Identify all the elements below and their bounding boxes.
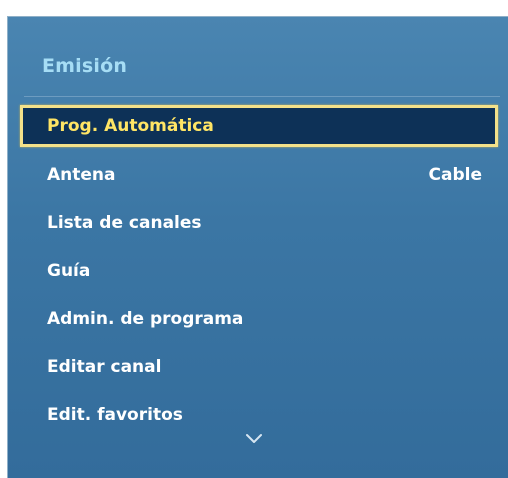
menu-item-lista-de-canales[interactable]: Lista de canales bbox=[20, 202, 498, 244]
menu-item-label: Lista de canales bbox=[47, 213, 202, 233]
chevron-down-icon[interactable] bbox=[244, 431, 264, 445]
menu-item-label: Edit. favoritos bbox=[47, 405, 183, 425]
menu-item-label: Antena bbox=[47, 165, 116, 185]
menu-item-label: Guía bbox=[47, 261, 91, 281]
menu-title: Emisión bbox=[42, 55, 128, 77]
menu-item-admin-de-programa[interactable]: Admin. de programa bbox=[20, 298, 498, 340]
menu-item-value: Cable bbox=[428, 165, 482, 185]
menu-item-edit-favoritos[interactable]: Edit. favoritos bbox=[20, 394, 498, 436]
broadcast-menu-panel: Emisión Prog. Automática Antena Cable Li… bbox=[7, 16, 508, 478]
menu-item-editar-canal[interactable]: Editar canal bbox=[20, 346, 498, 388]
menu-item-label: Editar canal bbox=[47, 357, 162, 377]
menu-item-label: Admin. de programa bbox=[47, 309, 244, 329]
menu-item-guia[interactable]: Guía bbox=[20, 250, 498, 292]
screen: Emisión Prog. Automática Antena Cable Li… bbox=[0, 0, 508, 478]
menu-item-prog-automatica[interactable]: Prog. Automática bbox=[20, 105, 498, 147]
menu-item-label: Prog. Automática bbox=[47, 116, 214, 136]
menu-item-antena[interactable]: Antena Cable bbox=[20, 154, 498, 196]
title-divider bbox=[24, 96, 500, 97]
